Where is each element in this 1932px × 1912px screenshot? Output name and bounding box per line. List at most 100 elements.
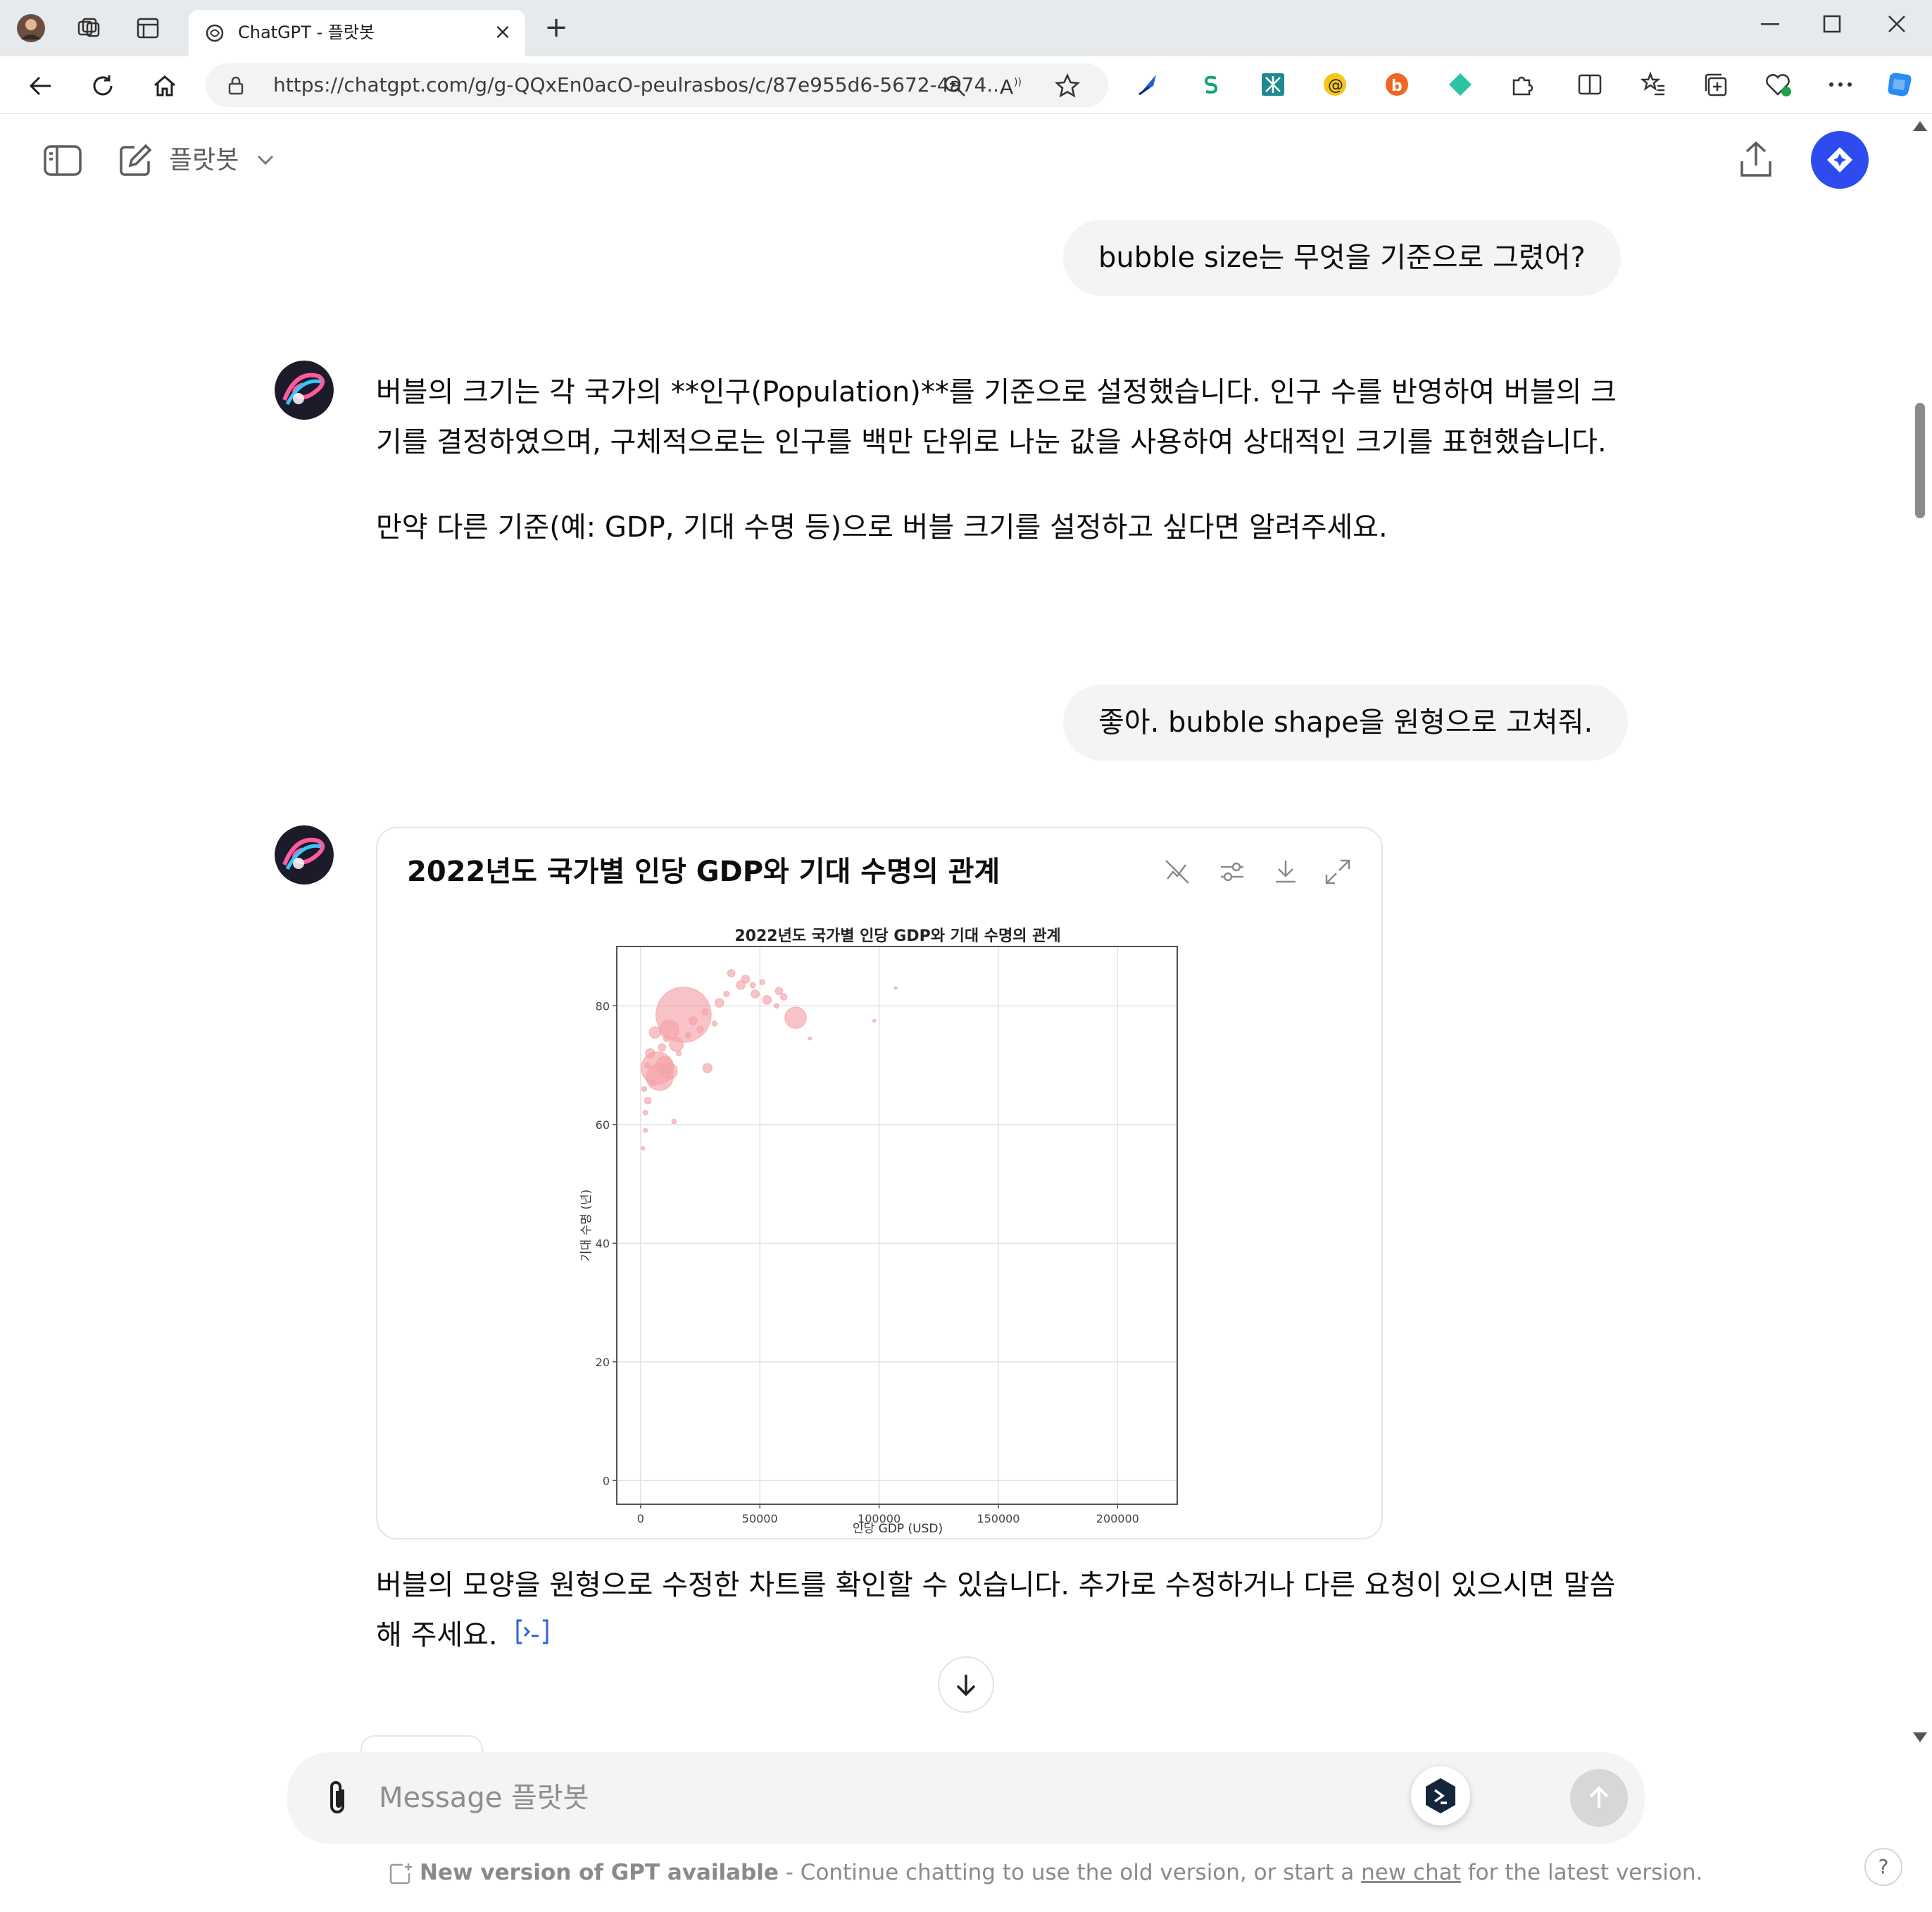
y-tick-label: 0: [603, 1474, 610, 1487]
x-tick-label: 150000: [977, 1512, 1020, 1525]
new-chat-icon[interactable]: [115, 142, 155, 179]
data-bubble: [641, 1146, 646, 1151]
y-tick-label: 20: [596, 1356, 610, 1369]
refresh-icon[interactable]: [86, 69, 120, 103]
notice-text-end: for the latest version.: [1460, 1860, 1703, 1885]
data-bubble: [658, 1043, 667, 1051]
svg-text:b: b: [1391, 77, 1403, 95]
x-tick-label: 0: [637, 1512, 644, 1525]
browser-tab-strip: ChatGPT - 플랏봇 × +: [0, 0, 1932, 56]
address-bar[interactable]: https://chatgpt.com/g/g-QQxEn0acO-peulra…: [206, 63, 1108, 107]
chart-title: 2022년도 국가별 인당 GDP와 기대 수명의 관계: [734, 927, 1060, 945]
extension-b-icon[interactable]: b: [1381, 69, 1412, 100]
data-bubble: [655, 1056, 674, 1075]
chart-ticks: 0 50000 100000 150000 200000020406080: [596, 999, 1139, 1525]
new-version-icon: [389, 1863, 412, 1884]
tab-title: ChatGPT - 플랏봇: [238, 23, 375, 42]
workspaces-icon[interactable]: [73, 13, 104, 44]
copilot-icon[interactable]: [1884, 69, 1915, 100]
sidebar-toggle-icon[interactable]: [41, 142, 84, 179]
scroll-to-bottom-button[interactable]: [938, 1656, 994, 1713]
new-tab-icon[interactable]: +: [542, 13, 570, 42]
data-bubble: [689, 1016, 698, 1025]
assistant-message-2: 버블의 모양을 원형으로 수정한 차트를 확인할 수 있습니다. 추가로 수정하…: [376, 1561, 1636, 1662]
scrollbar-thumb[interactable]: [1915, 403, 1925, 518]
zoom-icon[interactable]: [941, 72, 969, 100]
window-close-icon[interactable]: [1876, 10, 1918, 38]
x-tick-label: 200000: [1096, 1512, 1139, 1525]
chart-bubbles: [641, 969, 898, 1151]
data-bubble: [685, 1032, 692, 1039]
message-input[interactable]: Message 플랏봇: [379, 1752, 589, 1844]
chevron-down-icon[interactable]: [255, 149, 276, 170]
minimize-icon[interactable]: [1749, 10, 1791, 38]
data-bubble: [774, 987, 784, 995]
help-button[interactable]: ?: [1864, 1848, 1902, 1886]
extension-diamond-icon[interactable]: [1445, 69, 1476, 100]
grammarly-icon[interactable]: [1411, 1766, 1470, 1825]
chatgpt-app: 플랏봇 bubble size는 무엇을 기준으로 그렸어? 버블의 크기는 각…: [0, 114, 1908, 1912]
favorites-icon[interactable]: [1638, 69, 1669, 100]
data-bubble: [644, 1096, 652, 1105]
active-tab[interactable]: ChatGPT - 플랏봇 ×: [189, 10, 525, 56]
new-chat-link[interactable]: new chat: [1361, 1860, 1461, 1885]
extensions-puzzle-icon[interactable]: [1507, 69, 1538, 100]
data-bubble: [714, 998, 724, 1008]
x-tick-label: 50000: [742, 1512, 778, 1525]
gpt-profile-icon[interactable]: [1811, 131, 1869, 189]
site-info-icon[interactable]: [225, 75, 246, 96]
favorite-star-icon[interactable]: [1053, 72, 1081, 100]
split-screen-icon[interactable]: [1574, 69, 1605, 100]
url-text[interactable]: https://chatgpt.com/g/g-QQxEn0acO-peulra…: [273, 63, 1005, 107]
browser-essentials-icon[interactable]: [1763, 69, 1794, 100]
page-scrollbar[interactable]: [1908, 114, 1932, 1912]
data-bubble: [702, 1063, 713, 1073]
assistant-message-1-paragraph-2: 만약 다른 기준(예: GDP, 기대 수명 등)으로 버블 크기를 설정하고 …: [376, 511, 1388, 544]
data-bubble: [648, 1026, 661, 1039]
message-composer[interactable]: Message 플랏봇: [287, 1752, 1645, 1844]
chart-y-axis-label: 기대 수명 (년): [579, 1189, 594, 1261]
scroll-up-arrow-icon[interactable]: [1913, 121, 1927, 131]
data-bubble: [642, 1110, 648, 1116]
extension-at-icon[interactable]: @: [1319, 69, 1350, 100]
y-tick-label: 60: [596, 1118, 610, 1132]
read-aloud-icon[interactable]: A)): [997, 72, 1025, 100]
profile-avatar-icon[interactable]: [15, 13, 46, 44]
extension-s-icon[interactable]: [1196, 69, 1227, 100]
model-selector[interactable]: 플랏봇: [169, 145, 239, 176]
send-button[interactable]: [1570, 1769, 1628, 1827]
assistant-message-1: 버블의 크기는 각 국가의 **인구(Population)**를 기준으로 설…: [376, 368, 1636, 588]
data-bubble: [872, 1018, 877, 1023]
maximize-icon[interactable]: [1811, 10, 1853, 38]
vertical-tabs-icon[interactable]: [132, 13, 163, 44]
extension-feather-icon[interactable]: [1132, 69, 1163, 100]
svg-text:A: A: [1000, 75, 1013, 98]
notice-bold-text: New version of GPT available: [420, 1860, 779, 1885]
home-icon[interactable]: [148, 69, 182, 103]
data-bubble: [774, 1003, 779, 1009]
close-tab-icon[interactable]: ×: [490, 20, 515, 45]
data-bubble: [749, 982, 756, 989]
data-bubble: [641, 1086, 648, 1092]
more-menu-icon[interactable]: [1825, 69, 1856, 100]
code-interpreter-link-icon[interactable]: [515, 1612, 550, 1662]
data-bubble: [701, 1008, 709, 1016]
data-bubble: [663, 1035, 671, 1042]
data-bubble: [711, 1020, 718, 1027]
data-bubble: [723, 990, 730, 997]
bubble-chart: 2022년도 국가별 인당 GDP와 기대 수명의 관계 0 50000 10000…: [579, 927, 1178, 1536]
share-icon[interactable]: [1735, 138, 1777, 182]
assistant-message-1-paragraph-1: 버블의 크기는 각 국가의 **인구(Population)**를 기준으로 설…: [376, 376, 1617, 458]
data-bubble: [671, 1118, 677, 1125]
svg-text:)): )): [1014, 77, 1022, 88]
back-icon[interactable]: [24, 69, 58, 103]
collections-icon[interactable]: [1700, 69, 1731, 100]
svg-text:@: @: [1328, 77, 1343, 94]
assistant-avatar: [275, 361, 334, 420]
data-bubble: [779, 993, 788, 1001]
extension-grid-icon[interactable]: [1257, 69, 1288, 100]
attach-file-icon[interactable]: [318, 1779, 356, 1817]
arrow-down-icon: [956, 1675, 976, 1697]
scroll-down-arrow-icon[interactable]: [1913, 1732, 1927, 1742]
data-bubble: [784, 1006, 807, 1029]
